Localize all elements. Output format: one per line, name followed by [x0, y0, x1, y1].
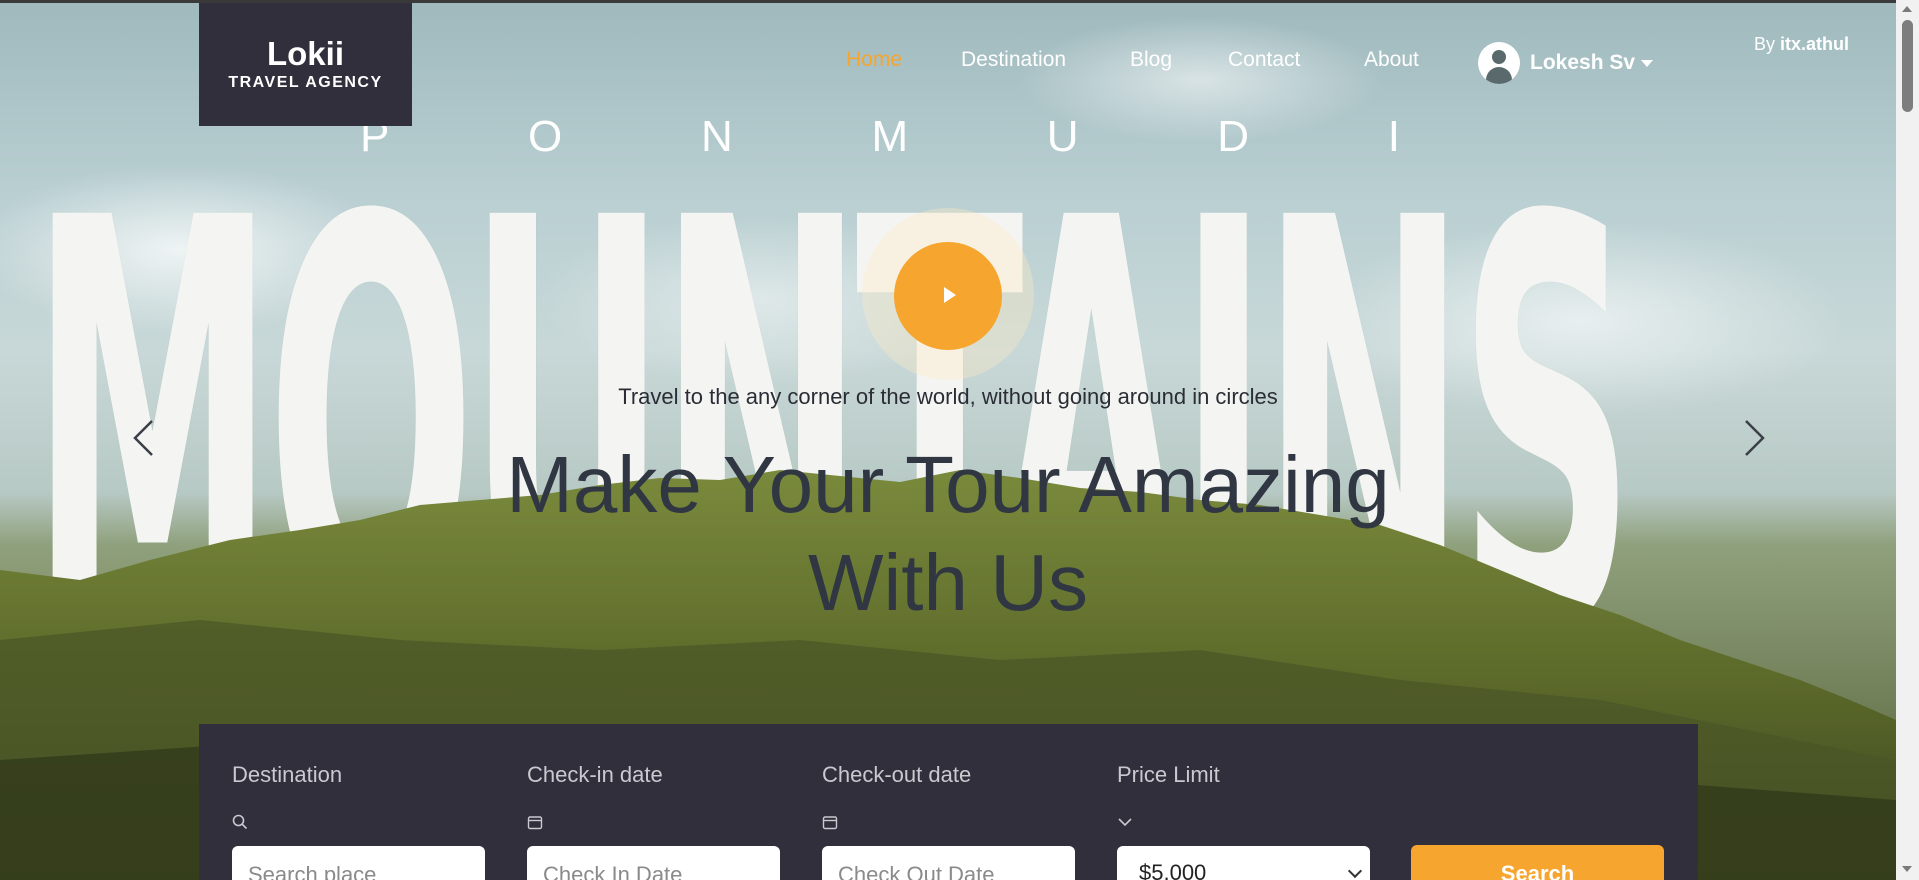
checkout-label: Check-out date [822, 762, 972, 787]
checkout-input[interactable] [822, 846, 1075, 880]
hero-tagline: Travel to the any corner of the world, w… [618, 384, 1278, 409]
nav-contact[interactable]: Contact [1228, 48, 1300, 72]
page-scrollbar[interactable] [1896, 0, 1919, 880]
checkin-input[interactable] [527, 846, 780, 880]
price-select[interactable]: $5,000 [1117, 846, 1370, 880]
user-avatar-icon [1478, 42, 1520, 84]
chevron-right-icon[interactable] [1742, 418, 1768, 458]
user-menu[interactable]: Lokesh Sv [1478, 42, 1654, 84]
price-value: $5,000 [1139, 860, 1207, 880]
destination-label: Destination [232, 762, 343, 787]
place-letter: M [871, 112, 909, 161]
caret-down-icon [1641, 59, 1654, 67]
place-letter: N [700, 112, 733, 161]
nav-blog[interactable]: Blog [1130, 48, 1172, 72]
byline-prefix: By [1754, 34, 1776, 54]
place-letter: U [1046, 112, 1079, 161]
play-icon[interactable] [894, 242, 1002, 350]
headline-line-1: Make Your Tour Amazing [506, 440, 1390, 529]
place-letter: I [1387, 112, 1400, 161]
select-chevron-icon [1347, 863, 1363, 879]
brand-tagline: TRAVEL AGENCY [228, 74, 383, 91]
brand-name: Lokii [266, 35, 344, 72]
headline-line-2: With Us [808, 538, 1088, 627]
scroll-thumb[interactable] [1902, 20, 1913, 112]
chevron-down-icon [1118, 818, 1132, 827]
hero-section: MOUNTAINS Lokii TRAVEL AGENCY Home Desti… [0, 0, 1896, 880]
scroll-down-icon[interactable] [1902, 866, 1912, 872]
nav-about[interactable]: About [1364, 48, 1419, 72]
window-top-border [0, 0, 1919, 3]
checkin-label: Check-in date [527, 762, 663, 787]
hero-headline: Make Your Tour Amazing With Us [0, 436, 1896, 632]
destination-input[interactable] [232, 846, 485, 880]
calendar-icon [527, 816, 543, 830]
brand-logo[interactable]: Lokii TRAVEL AGENCY [199, 3, 412, 126]
price-label: Price Limit [1117, 762, 1220, 787]
place-letter: D [1217, 112, 1250, 161]
place-letter: O [528, 112, 563, 161]
search-button[interactable]: Search [1411, 845, 1664, 880]
scroll-up-icon[interactable] [1902, 6, 1912, 12]
nav-destination[interactable]: Destination [961, 48, 1066, 72]
search-panel: Destination Check-in date Check-out date… [199, 724, 1698, 880]
user-name: Lokesh Sv [1530, 51, 1636, 74]
byline-handle: itx.athul [1780, 34, 1850, 54]
search-icon [232, 814, 248, 830]
byline: By itx.athul [1754, 34, 1849, 55]
calendar-icon [822, 816, 838, 830]
nav-home[interactable]: Home [846, 48, 902, 72]
chevron-left-icon[interactable] [130, 418, 156, 458]
place-name: P O N M U D I [360, 112, 1400, 162]
